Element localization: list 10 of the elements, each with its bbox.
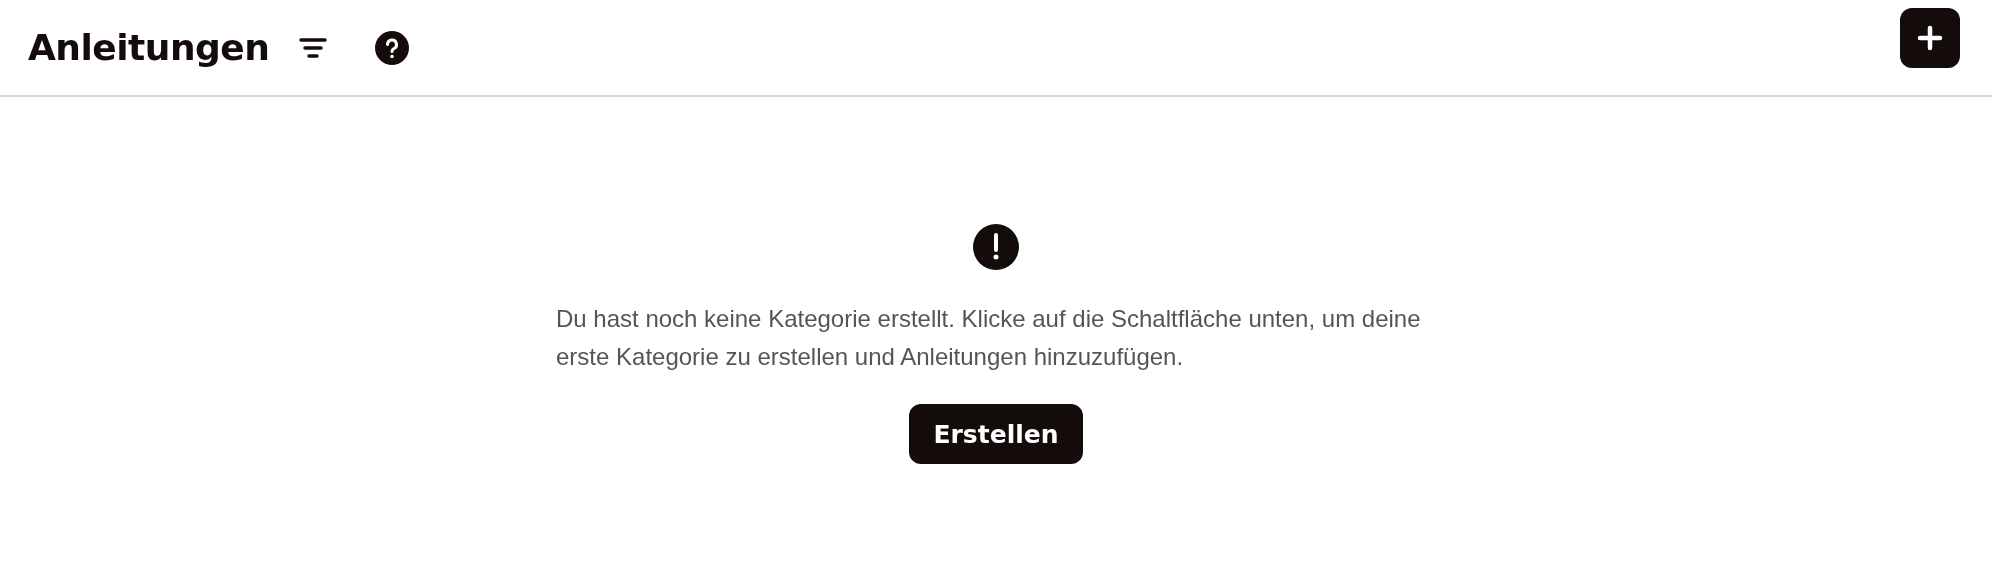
help-button[interactable]: [375, 30, 410, 65]
plus-icon: [1917, 24, 1943, 51]
filter-icon: [299, 36, 328, 59]
filter-button[interactable]: [299, 36, 328, 59]
page-title: Anleitungen: [28, 27, 270, 68]
empty-state-message: Du hast noch keine Kategorie erstellt. Klicke auf die Schaltfläche unten, um deine erste Kategorie zu erstellen und Anleitungen hinzuzufügen.: [556, 304, 1422, 372]
help-icon: [375, 30, 410, 65]
add-button[interactable]: [1900, 7, 1960, 68]
warning-icon: [973, 224, 1019, 270]
create-button[interactable]: Erstellen: [909, 404, 1083, 464]
